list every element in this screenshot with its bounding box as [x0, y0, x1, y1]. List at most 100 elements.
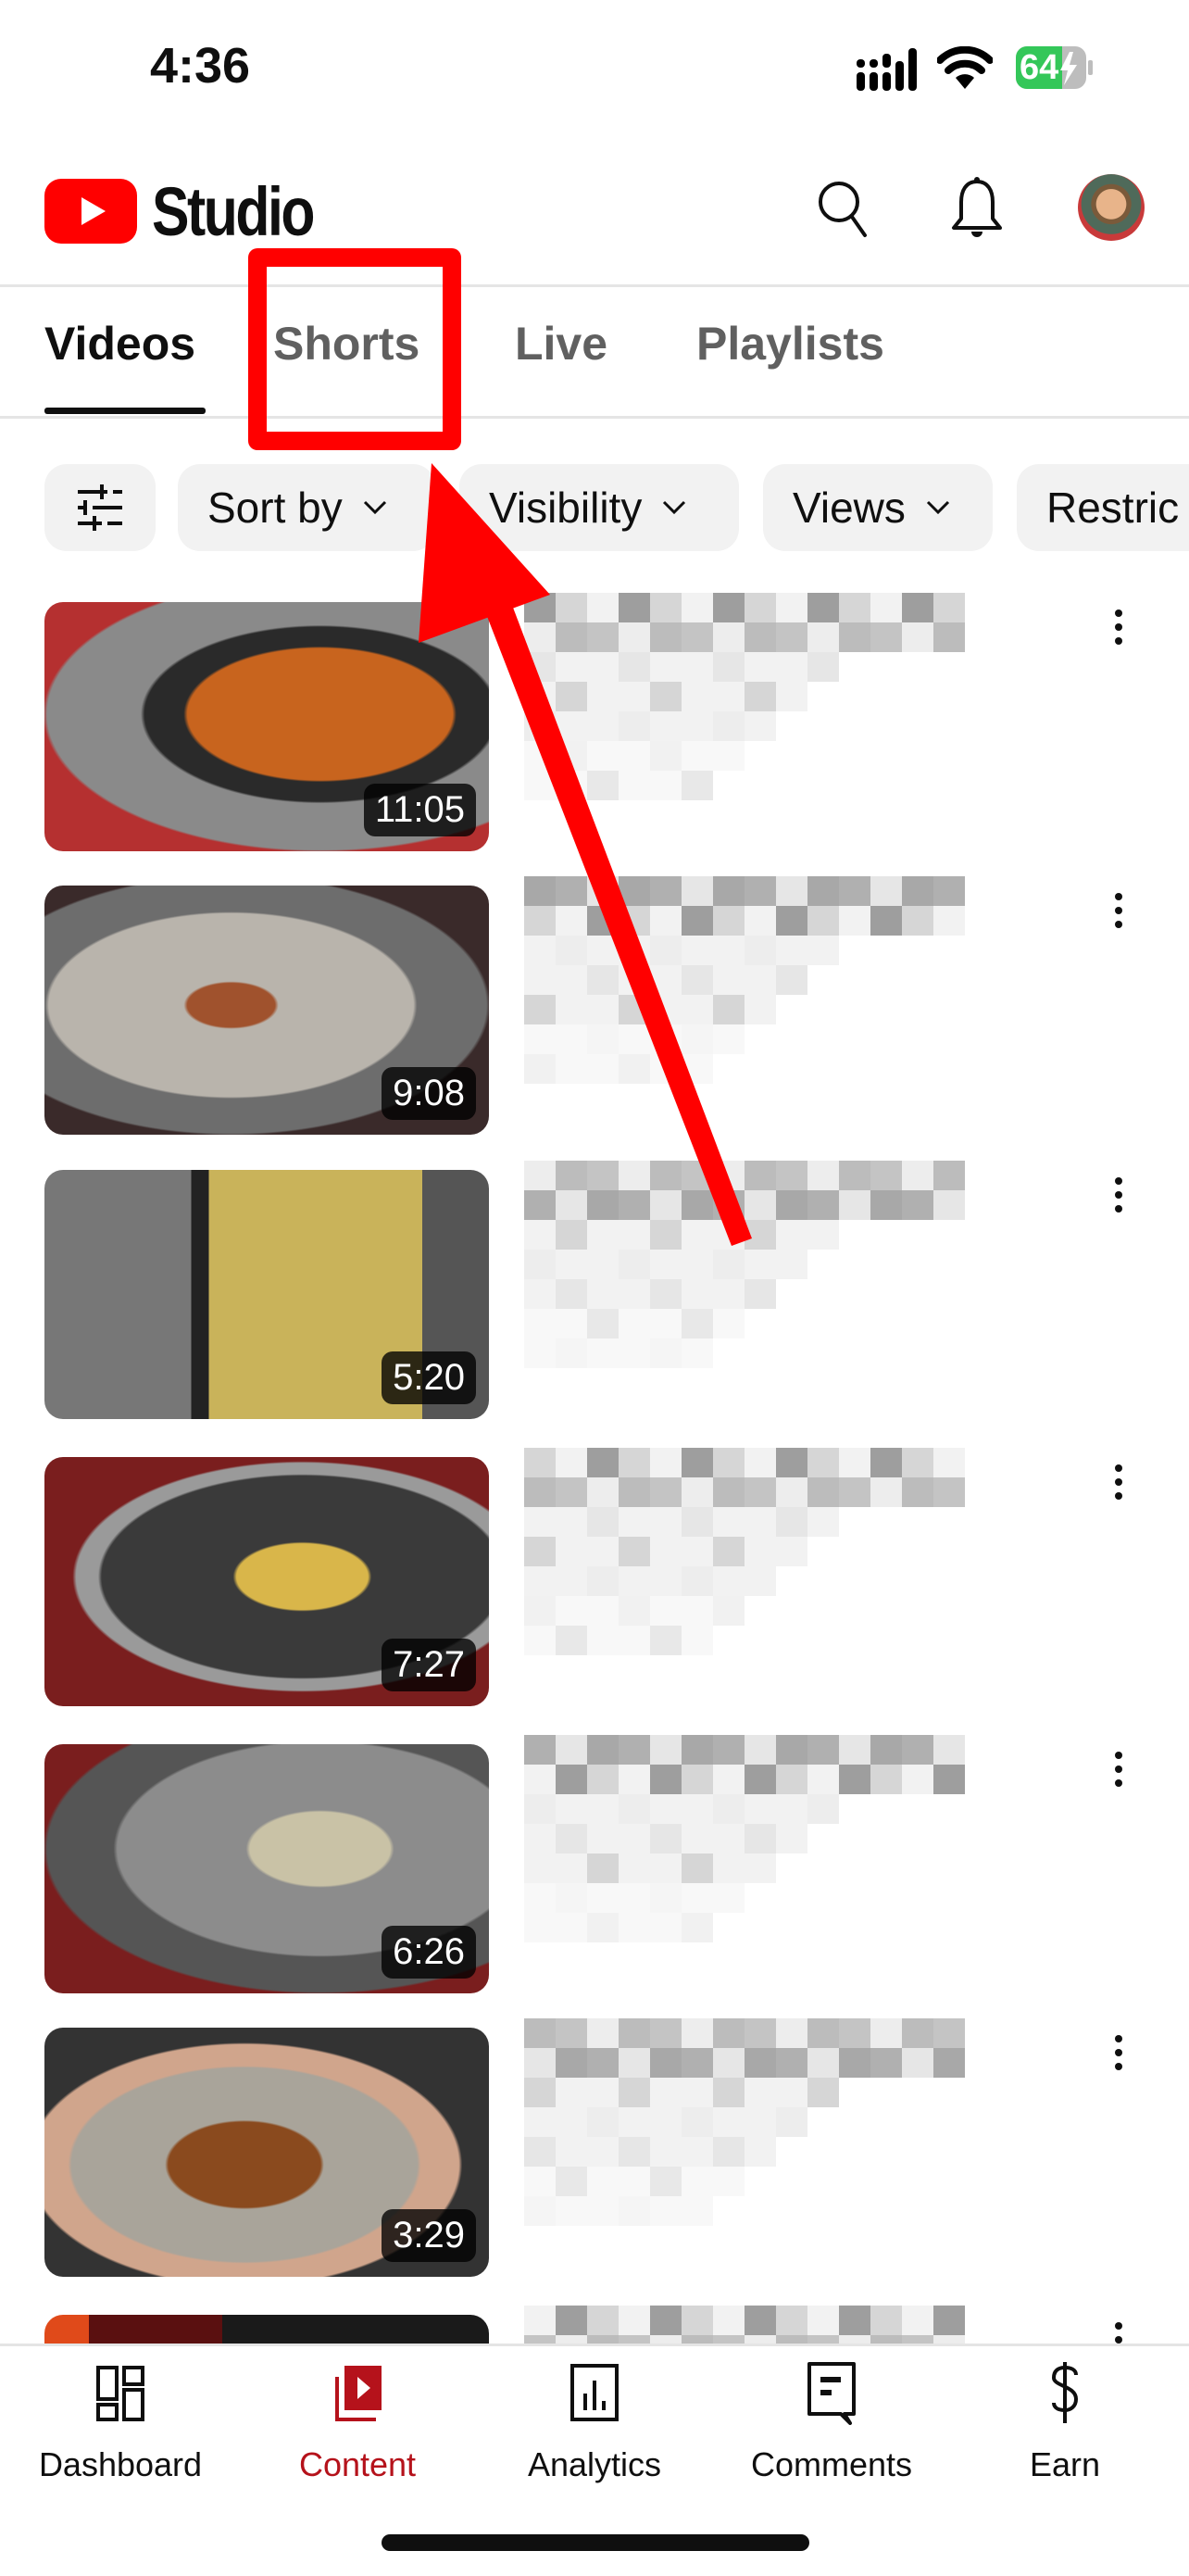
pixel-block: [650, 652, 682, 682]
pixel-block: [870, 1448, 902, 1477]
pixel-block: [650, 593, 682, 622]
chevron-down-icon: [363, 500, 386, 515]
pixel-block: [587, 1735, 619, 1765]
video-thumbnail[interactable]: 6:26: [44, 1744, 489, 1993]
pixel-block: [524, 1250, 556, 1279]
tab-playlists[interactable]: Playlists: [696, 317, 884, 371]
youtube-studio-logo[interactable]: Studio: [44, 173, 348, 250]
pixel-block: [556, 1794, 587, 1824]
pixel-block: [713, 622, 745, 652]
pixel-block: [587, 936, 619, 965]
pixel-block: [807, 622, 839, 652]
pixel-block: [619, 936, 650, 965]
pixel-block: [619, 1338, 650, 1368]
pixel-block: [745, 1190, 776, 1220]
tab-live[interactable]: Live: [515, 317, 607, 371]
filter-button[interactable]: [44, 464, 156, 551]
pixel-block: [682, 1765, 713, 1794]
pixel-block: [713, 965, 745, 995]
pixel-block: [776, 593, 807, 622]
pixelated-video-info: [524, 1161, 1098, 1374]
pixel-block: [745, 1477, 776, 1507]
pixel-block: [619, 1794, 650, 1824]
pixel-block: [524, 876, 556, 906]
video-thumbnail[interactable]: 7:27: [44, 1457, 489, 1706]
pixel-block: [587, 711, 619, 741]
sort-by-dropdown[interactable]: Sort by: [178, 464, 435, 551]
nav-analytics[interactable]: Analytics: [476, 2360, 713, 2484]
pixel-block: [713, 711, 745, 741]
nav-dashboard-label: Dashboard: [38, 2445, 203, 2483]
pixel-block: [524, 1220, 556, 1250]
pixel-block: [870, 1765, 902, 1794]
pixel-block: [524, 1190, 556, 1220]
search-icon[interactable]: [815, 176, 872, 241]
avatar[interactable]: [1078, 174, 1145, 241]
nav-content[interactable]: Content: [239, 2360, 476, 2484]
more-options-icon[interactable]: [1109, 893, 1128, 936]
restrictions-dropdown[interactable]: Restric: [1017, 464, 1189, 551]
pixel-block: [713, 1220, 745, 1250]
pixel-block: [524, 1161, 556, 1190]
pixel-block: [902, 1448, 933, 1477]
pixel-block: [650, 1024, 682, 1054]
pixel-block: [807, 593, 839, 622]
video-thumbnail[interactable]: 5:20: [44, 1170, 489, 1419]
pixel-block: [556, 1765, 587, 1794]
pixel-block: [745, 2107, 776, 2137]
pixel-block: [587, 593, 619, 622]
pixel-block: [713, 1883, 745, 1913]
pixel-block: [524, 1537, 556, 1566]
pixel-block: [587, 2018, 619, 2048]
pixel-block: [619, 1566, 650, 1596]
visibility-dropdown[interactable]: Visibility: [459, 464, 739, 551]
bell-icon[interactable]: [948, 176, 1006, 241]
views-dropdown[interactable]: Views: [763, 464, 993, 551]
pixel-block: [745, 1794, 776, 1824]
pixel-block: [902, 2048, 933, 2078]
pixel-block: [682, 1279, 713, 1309]
pixel-block: [650, 1913, 682, 1942]
pixel-block: [556, 2078, 587, 2107]
pixel-block: [902, 2306, 933, 2335]
pixel-block: [556, 2018, 587, 2048]
pixel-block: [713, 593, 745, 622]
pixel-block: [713, 995, 745, 1024]
pixel-block: [556, 771, 587, 800]
more-options-icon[interactable]: [1109, 609, 1128, 652]
video-duration-badge: 6:26: [382, 1926, 476, 1979]
more-options-icon[interactable]: [1109, 2035, 1128, 2078]
video-duration-badge: 9:08: [382, 1067, 476, 1120]
pixel-block: [556, 1448, 587, 1477]
pixel-block: [524, 1626, 556, 1655]
pixel-block: [745, 2078, 776, 2107]
pixel-block: [902, 622, 933, 652]
more-options-icon[interactable]: [1109, 1177, 1128, 1220]
pixel-block: [682, 995, 713, 1024]
pixel-block: [650, 741, 682, 771]
pixel-block: [807, 1765, 839, 1794]
more-options-icon[interactable]: [1109, 1464, 1128, 1507]
pixel-block: [682, 1824, 713, 1853]
pixel-block: [524, 2167, 556, 2196]
tab-videos[interactable]: Videos: [44, 317, 195, 371]
pixel-block: [650, 1765, 682, 1794]
nav-dashboard[interactable]: Dashboard: [2, 2360, 239, 2484]
pixel-block: [745, 593, 776, 622]
nav-earn[interactable]: Earn: [946, 2360, 1183, 2484]
pixel-block: [713, 1448, 745, 1477]
annotation-highlight-box: [248, 248, 461, 450]
pixel-block: [776, 1735, 807, 1765]
dashboard-icon: [96, 2366, 144, 2421]
pixel-block: [556, 876, 587, 906]
video-thumbnail[interactable]: 11:05: [44, 602, 489, 851]
video-thumbnail[interactable]: 9:08: [44, 886, 489, 1135]
video-thumbnail[interactable]: 3:29: [44, 2028, 489, 2277]
nav-earn-label: Earn: [1029, 2445, 1101, 2483]
pixel-block: [682, 1853, 713, 1883]
more-options-icon[interactable]: [1109, 1752, 1128, 1794]
tabs-divider: [0, 416, 1189, 419]
pixel-block: [713, 1824, 745, 1853]
pixel-block: [745, 1735, 776, 1765]
nav-comments[interactable]: Comments: [713, 2360, 950, 2484]
